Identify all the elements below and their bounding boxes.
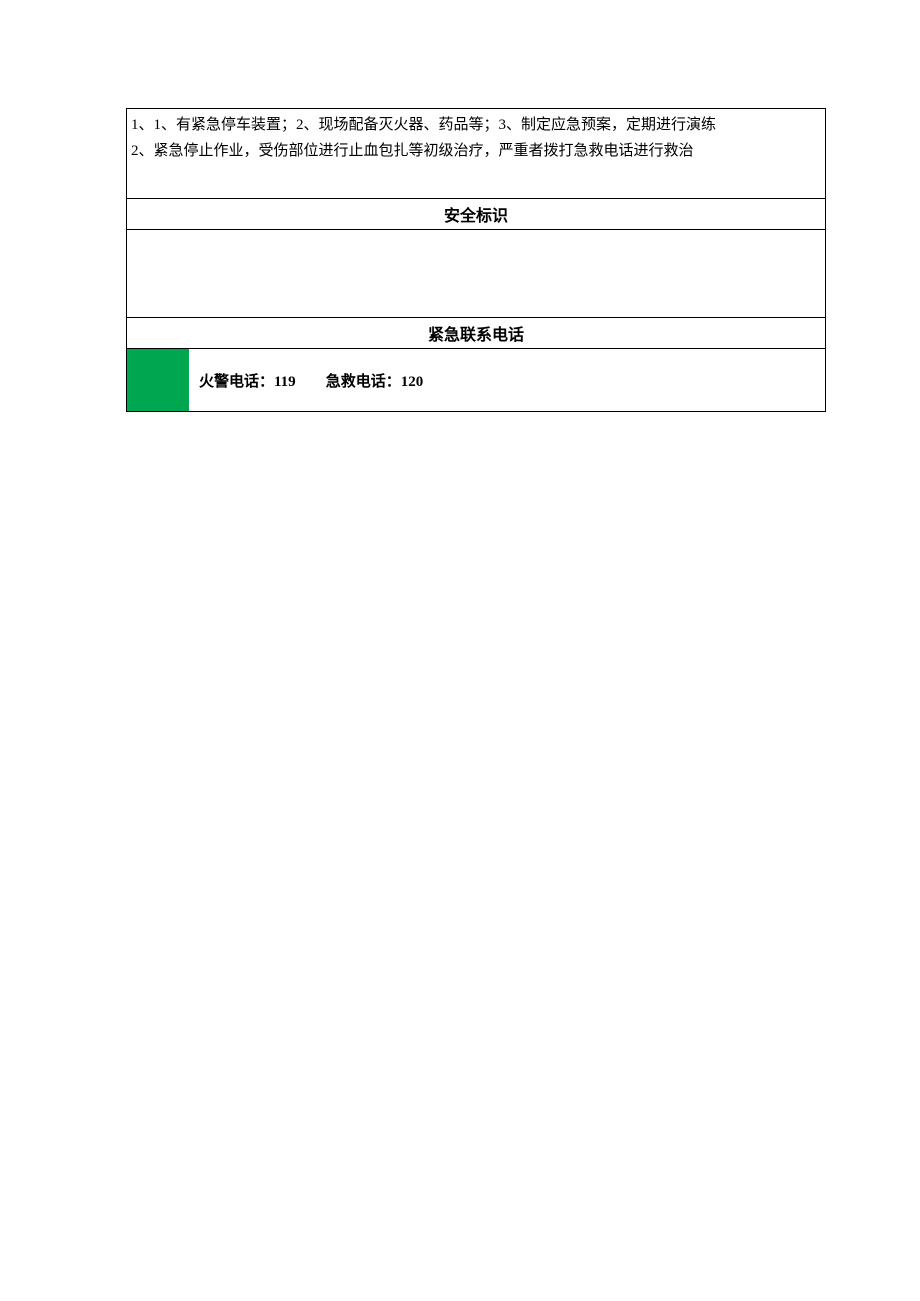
note-item-1: 1、1、有紧急停车装置；2、现场配备灭火器、药品等；3、制定应急预案，定期进行演… [131,113,821,139]
safety-sign-header: 安全标识 [127,199,825,230]
document-container: 1、1、有紧急停车装置；2、现场配备灭火器、药品等；3、制定应急预案，定期进行演… [126,108,826,412]
emergency-contact-header: 紧急联系电话 [127,318,825,349]
safety-sign-content [127,230,825,318]
green-indicator [127,349,189,411]
contact-text: 火警电话：119 急救电话：120 [189,349,423,411]
notes-section: 1、1、有紧急停车装置；2、现场配备灭火器、药品等；3、制定应急预案，定期进行演… [127,109,825,199]
contact-row: 火警电话：119 急救电话：120 [127,349,825,411]
note-item-2: 2、紧急停止作业，受伤部位进行止血包扎等初级治疗，严重者拨打急救电话进行救治 [131,139,821,165]
ambulance-phone: 急救电话：120 [326,370,424,391]
fire-phone: 火警电话：119 [199,370,296,391]
section-box: 1、1、有紧急停车装置；2、现场配备灭火器、药品等；3、制定应急预案，定期进行演… [126,108,826,412]
